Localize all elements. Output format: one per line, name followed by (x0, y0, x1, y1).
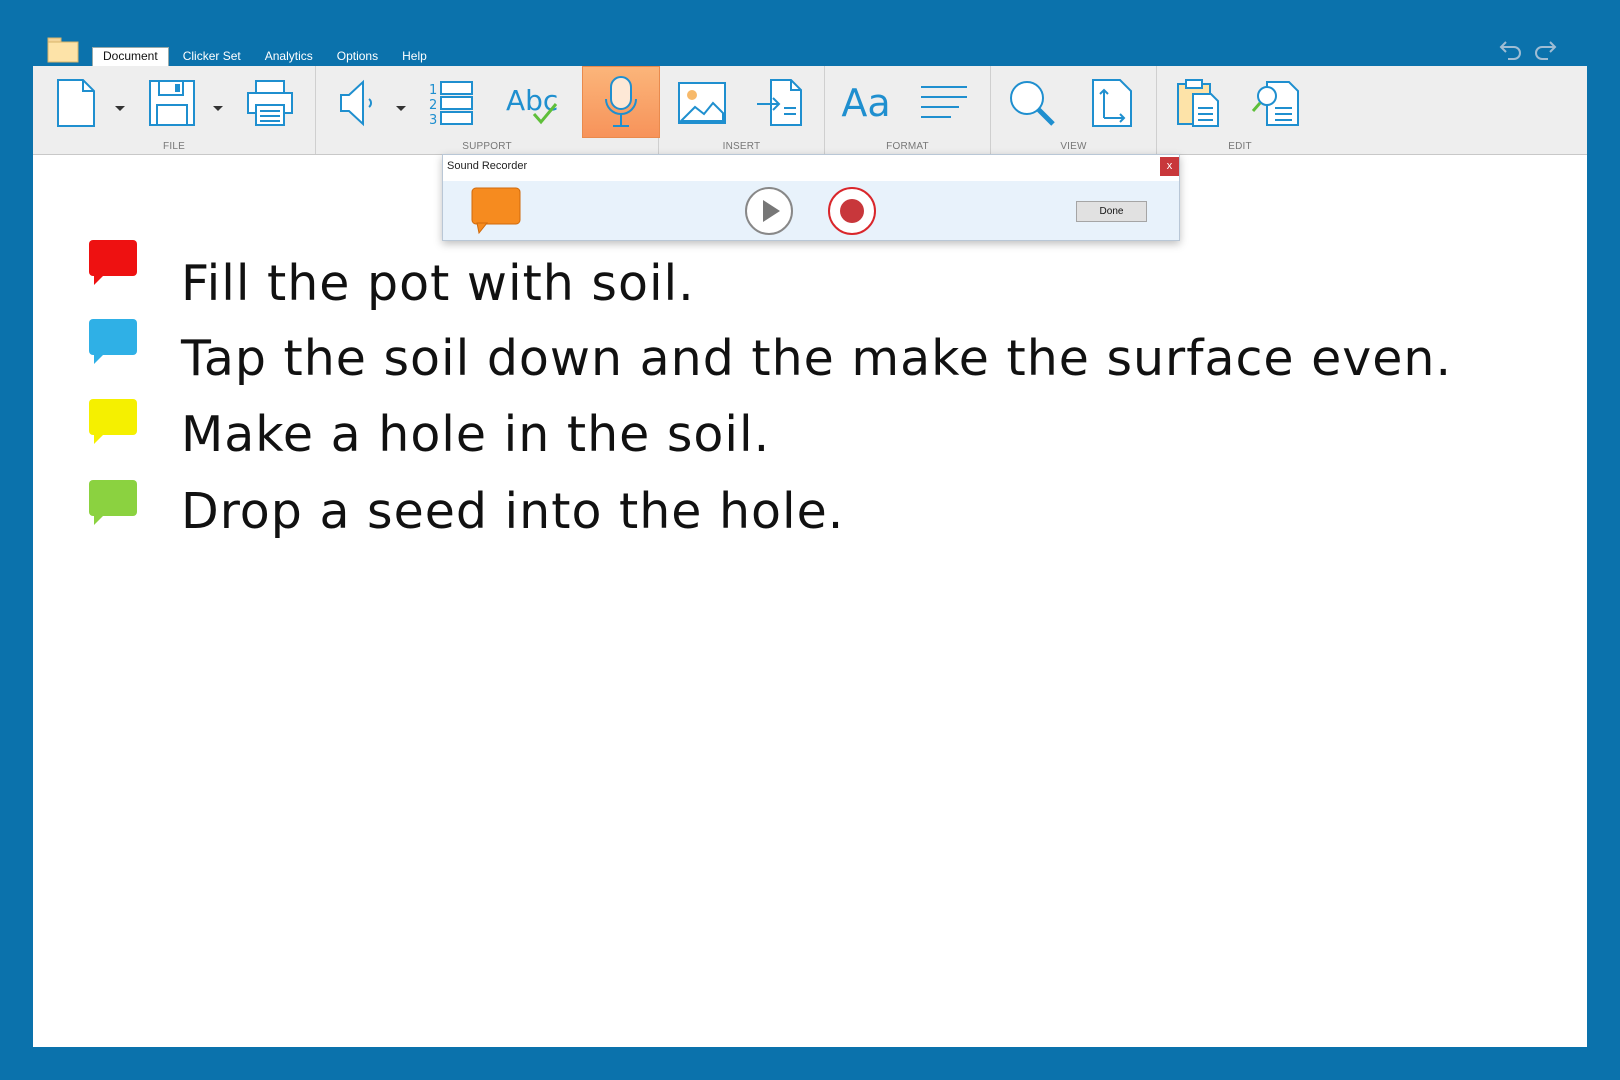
speech-bubble-button[interactable] (88, 239, 138, 291)
new-document-button[interactable] (45, 70, 107, 136)
insert-document-icon (757, 79, 802, 126)
group-view: VIEW (991, 66, 1157, 154)
find-button[interactable] (1245, 70, 1307, 136)
font-button[interactable]: Aa (835, 70, 897, 136)
insert-file-button[interactable] (749, 70, 811, 136)
tab-analytics[interactable]: Analytics (255, 47, 323, 67)
group-label-format: FORMAT (886, 141, 929, 152)
speech-bubble-button[interactable] (88, 479, 138, 531)
record-icon (828, 187, 876, 235)
dialog-title: Sound Recorder (447, 160, 528, 172)
done-button[interactable]: Done (1076, 201, 1147, 222)
save-dropdown-arrow-icon[interactable] (211, 100, 225, 111)
speech-bubble-icon (471, 187, 521, 235)
sentence-text: Drop a seed into the hole. (181, 483, 845, 540)
play-button[interactable] (744, 186, 794, 236)
group-label-view: VIEW (1060, 141, 1087, 152)
document-line: Make a hole in the soil. (33, 398, 1587, 470)
group-insert: INSERT (659, 66, 825, 154)
picture-icon (678, 82, 726, 124)
recording-bubble-button[interactable] (471, 187, 523, 235)
align-left-icon (921, 86, 967, 118)
group-label-edit: EDIT (1228, 141, 1252, 152)
numbered-list-icon: 1 2 3 (429, 81, 473, 126)
speech-bubble-button[interactable] (88, 318, 138, 370)
microphone-icon (605, 76, 637, 127)
group-format: Aa FORMAT (825, 66, 991, 154)
sound-recorder-dialog: Sound Recorder x Done (442, 154, 1180, 241)
svg-text:1: 1 (429, 83, 437, 98)
document-page[interactable]: Fill the pot with soil. Tap the soil dow… (33, 155, 1587, 1047)
group-file: FILE (33, 66, 316, 154)
tab-options[interactable]: Options (327, 47, 388, 67)
paste-button[interactable] (1167, 70, 1229, 136)
spellcheck-button[interactable]: Abc (501, 70, 563, 136)
group-edit: EDIT (1157, 66, 1323, 154)
insert-picture-button[interactable] (671, 70, 733, 136)
clipboard-icon (1177, 79, 1219, 127)
document-line: Tap the soil down and the make the surfa… (33, 318, 1587, 390)
sentence-text: Make a hole in the soil. (181, 406, 771, 463)
folder-icon[interactable] (47, 36, 79, 64)
group-label-file: FILE (163, 141, 185, 152)
print-button[interactable] (239, 70, 301, 136)
save-button[interactable] (141, 70, 203, 136)
speech-bubble-icon (89, 319, 137, 364)
page-size-icon (1092, 79, 1132, 127)
printer-icon (247, 80, 293, 126)
speech-bubble-icon (89, 399, 137, 444)
record-sound-button[interactable] (582, 66, 660, 138)
undo-redo-controls (1498, 36, 1558, 62)
speech-dropdown-arrow-icon[interactable] (394, 100, 408, 111)
record-button[interactable] (827, 186, 877, 236)
speech-bubble-button[interactable] (88, 398, 138, 450)
sentence-text: Fill the pot with soil. (181, 255, 695, 312)
svg-text:2: 2 (429, 98, 437, 113)
tab-document[interactable]: Document (92, 47, 169, 67)
spellcheck-icon: Abc (506, 84, 558, 125)
close-button[interactable]: x (1160, 157, 1179, 176)
ribbon-toolbar: FILE 1 2 3 Abc SUPPORT INSERT Aa FORMAT … (33, 66, 1587, 155)
document-line: Fill the pot with soil. (33, 239, 1587, 312)
save-icon (149, 80, 195, 126)
sentence-text: Tap the soil down and the make the surfa… (181, 330, 1453, 387)
redo-icon[interactable] (1532, 36, 1558, 62)
speaker-icon (340, 79, 372, 127)
paragraph-button[interactable] (913, 70, 975, 136)
font-icon: Aa (841, 81, 891, 125)
word-prediction-button[interactable]: 1 2 3 (420, 70, 482, 136)
find-document-icon (1251, 81, 1299, 126)
zoom-button[interactable] (1001, 70, 1063, 136)
svg-text:3: 3 (429, 113, 437, 126)
page-size-button[interactable] (1081, 70, 1143, 136)
tab-help[interactable]: Help (392, 47, 437, 67)
speech-bubble-icon (89, 240, 137, 285)
magnifier-icon (1010, 81, 1055, 126)
undo-icon[interactable] (1498, 36, 1524, 62)
new-document-icon (57, 79, 95, 127)
menu-tabs: Document Clicker Set Analytics Options H… (92, 47, 441, 67)
speech-button[interactable] (326, 70, 388, 136)
play-icon (745, 187, 793, 235)
recorder-controls: Done (443, 181, 1179, 240)
group-support: 1 2 3 Abc SUPPORT (316, 66, 660, 154)
group-label-insert: INSERT (722, 141, 761, 152)
speech-bubble-icon (89, 480, 137, 525)
document-line: Drop a seed into the hole. (33, 479, 1587, 551)
group-label-support: SUPPORT (462, 141, 512, 152)
new-dropdown-arrow-icon[interactable] (113, 100, 127, 111)
tab-clicker-set[interactable]: Clicker Set (173, 47, 251, 67)
